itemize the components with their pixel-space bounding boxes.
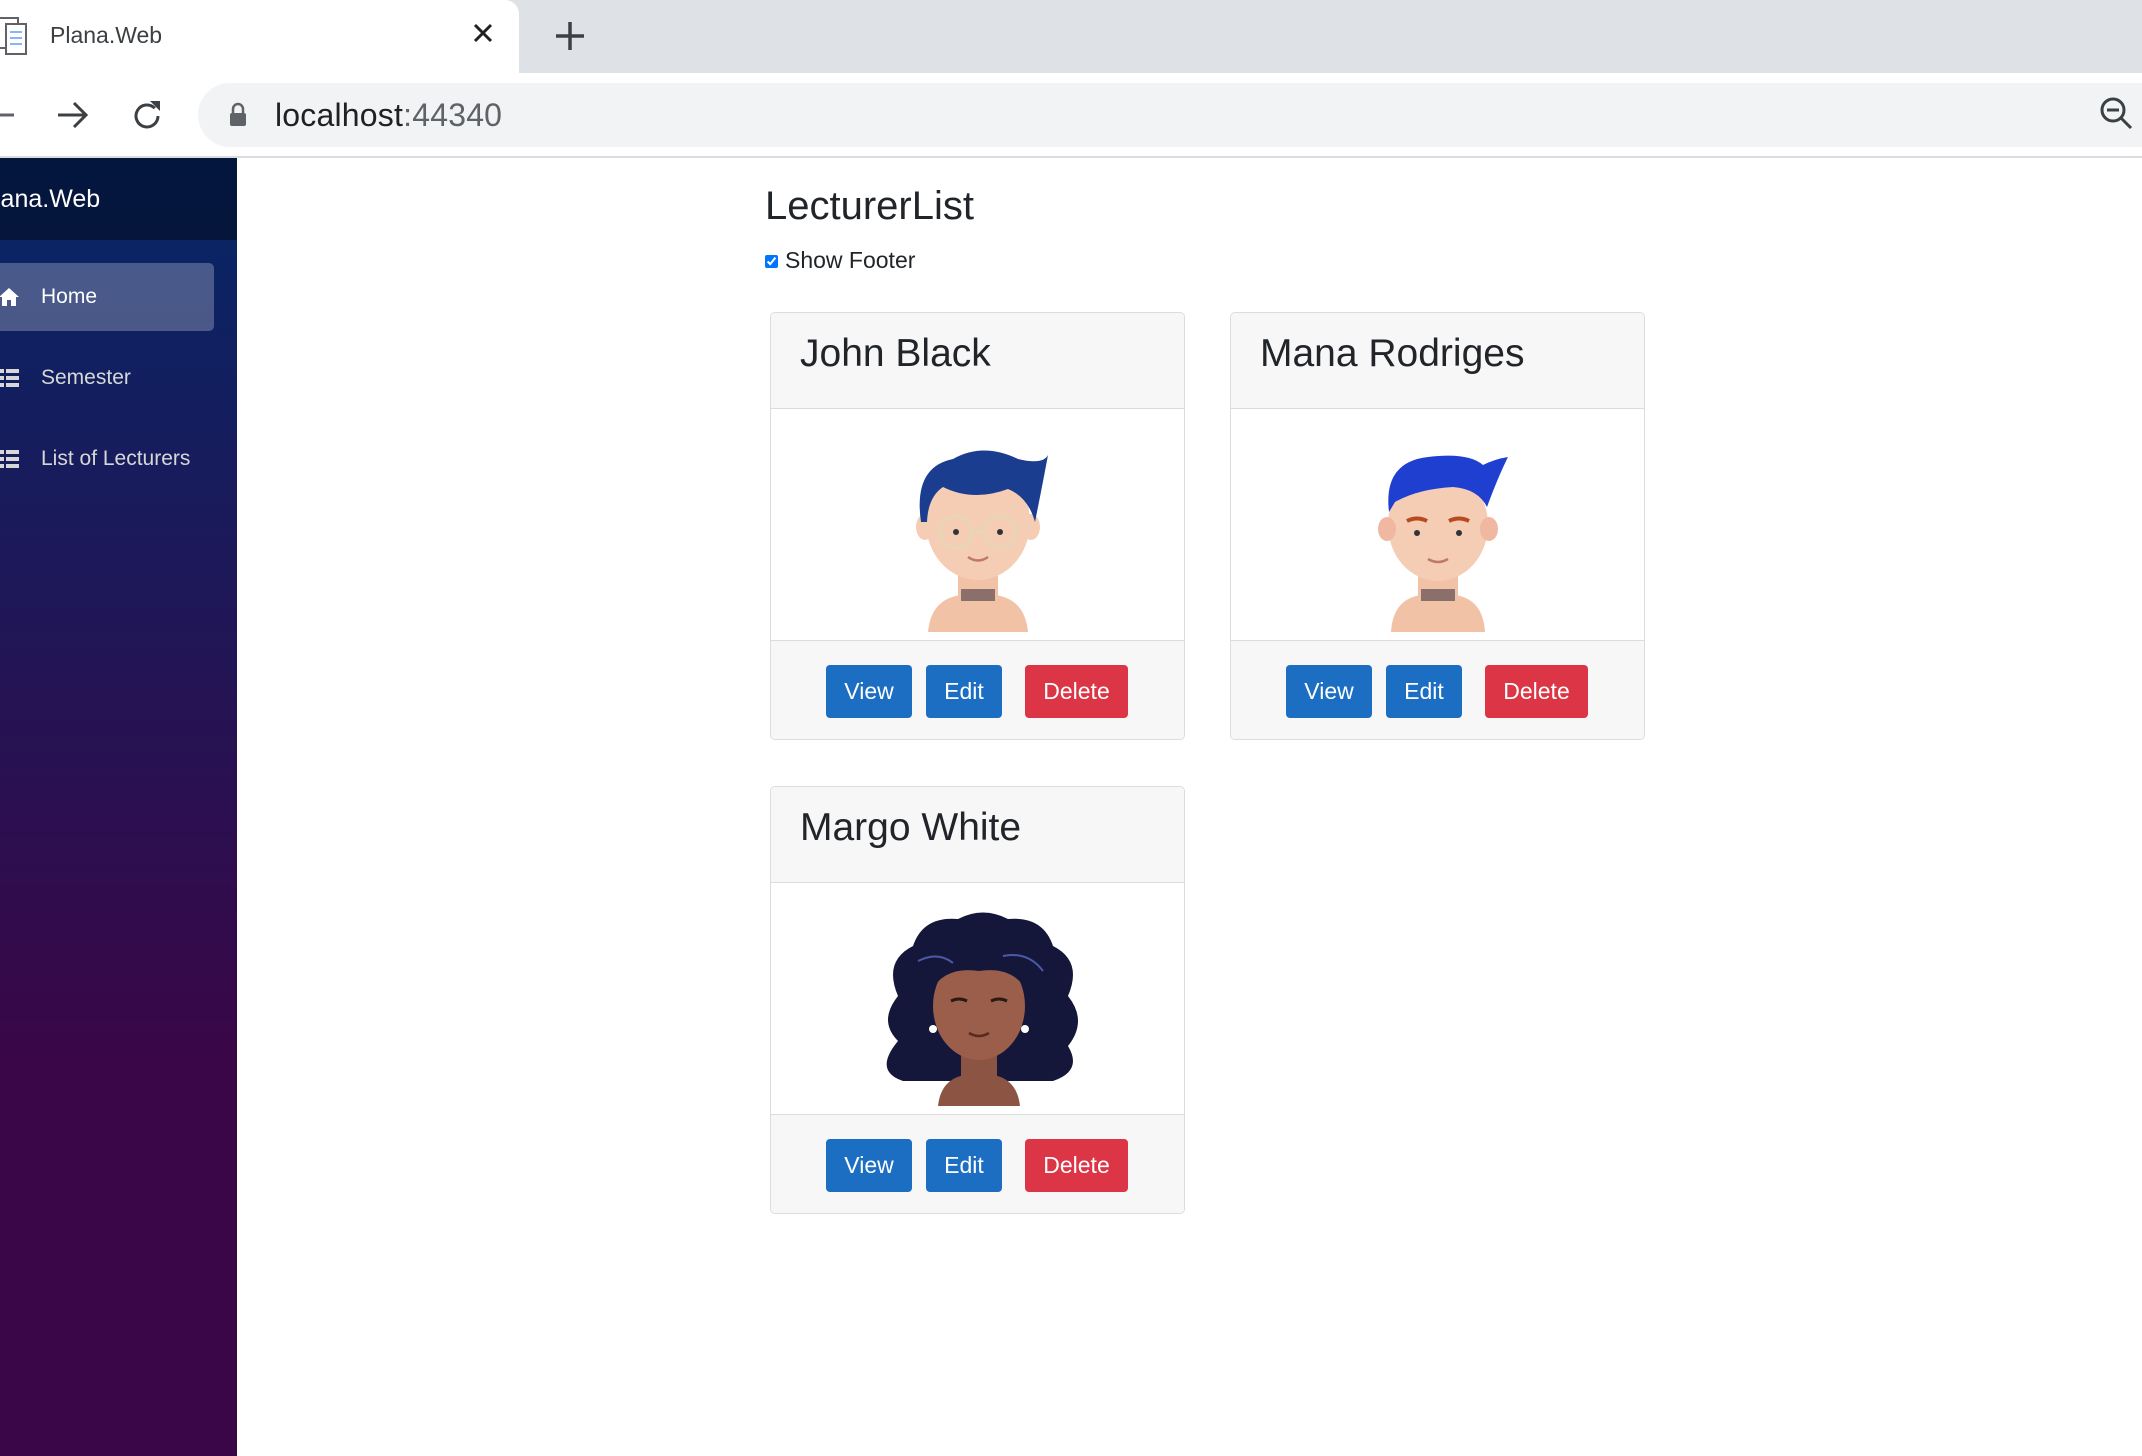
reload-icon[interactable] — [128, 97, 166, 135]
sidebar-item-label: Home — [41, 285, 98, 308]
sidebar-item-semester[interactable]: Semester — [0, 344, 214, 412]
close-icon[interactable] — [466, 16, 500, 50]
lecturer-name: Margo White — [800, 806, 1022, 849]
back-arrow-icon[interactable] — [0, 97, 18, 133]
lecturer-card: Margo White View Edit Delete — [770, 786, 1185, 1214]
browser-toolbar: localhost:44340 — [0, 73, 2142, 158]
sidebar-item-label: List of Lecturers — [41, 447, 191, 470]
browser-tab-strip: Plana.Web — [0, 0, 2142, 73]
show-footer-label: Show Footer — [785, 247, 916, 273]
sidebar-item-home[interactable]: Home — [0, 263, 214, 331]
list-icon — [0, 450, 19, 468]
zoom-icon[interactable] — [2098, 95, 2134, 131]
url-host: localhost — [275, 97, 404, 133]
card-header: John Black — [771, 313, 1184, 409]
brand-link[interactable]: lana.Web — [0, 185, 100, 214]
card-body — [771, 883, 1184, 1114]
lecturer-card: John Black View Edit Delete — [770, 312, 1185, 740]
avatar — [886, 912, 1078, 1106]
view-button[interactable]: View — [826, 1139, 912, 1192]
edit-button[interactable]: Edit — [926, 665, 1002, 718]
card-body — [1231, 409, 1644, 640]
browser-tab[interactable]: Plana.Web — [0, 0, 519, 73]
card-footer: View Edit Delete — [1231, 640, 1644, 739]
url-port: :44340 — [403, 97, 503, 133]
edit-button[interactable]: Edit — [926, 1139, 1002, 1192]
delete-button[interactable]: Delete — [1485, 665, 1588, 718]
card-header: Margo White — [771, 787, 1184, 883]
file-icon — [0, 17, 27, 55]
card-footer: View Edit Delete — [771, 1114, 1184, 1213]
view-button[interactable]: View — [826, 665, 912, 718]
lecturer-name: Mana Rodriges — [1260, 332, 1525, 375]
show-footer-checkbox[interactable] — [765, 255, 778, 268]
view-button[interactable]: View — [1286, 665, 1372, 718]
delete-button[interactable]: Delete — [1025, 1139, 1128, 1192]
card-body — [771, 409, 1184, 640]
forward-arrow-icon[interactable] — [54, 97, 90, 133]
sidebar-item-label: Semester — [41, 366, 131, 389]
home-icon — [0, 288, 19, 306]
page-title: LecturerList — [765, 184, 974, 228]
address-bar[interactable]: localhost:44340 — [198, 83, 2142, 147]
delete-button[interactable]: Delete — [1025, 665, 1128, 718]
sidebar-item-list-of-lecturers[interactable]: List of Lecturers — [0, 425, 214, 493]
brand-bar: lana.Web — [0, 158, 237, 240]
lock-icon[interactable] — [228, 102, 248, 128]
lecturer-card: Mana Rodriges View Edit Delete — [1230, 312, 1645, 740]
lecturer-name: John Black — [800, 332, 991, 375]
edit-button[interactable]: Edit — [1386, 665, 1462, 718]
card-header: Mana Rodriges — [1231, 313, 1644, 409]
sidebar: lana.Web Home Semester List of Lecturers — [0, 158, 237, 1456]
avatar — [1378, 455, 1508, 632]
plus-icon[interactable] — [550, 16, 590, 56]
url-text[interactable]: localhost:44340 — [275, 97, 502, 134]
avatar — [916, 450, 1048, 632]
list-icon — [0, 369, 19, 387]
tab-title: Plana.Web — [50, 22, 163, 48]
card-footer: View Edit Delete — [771, 640, 1184, 739]
